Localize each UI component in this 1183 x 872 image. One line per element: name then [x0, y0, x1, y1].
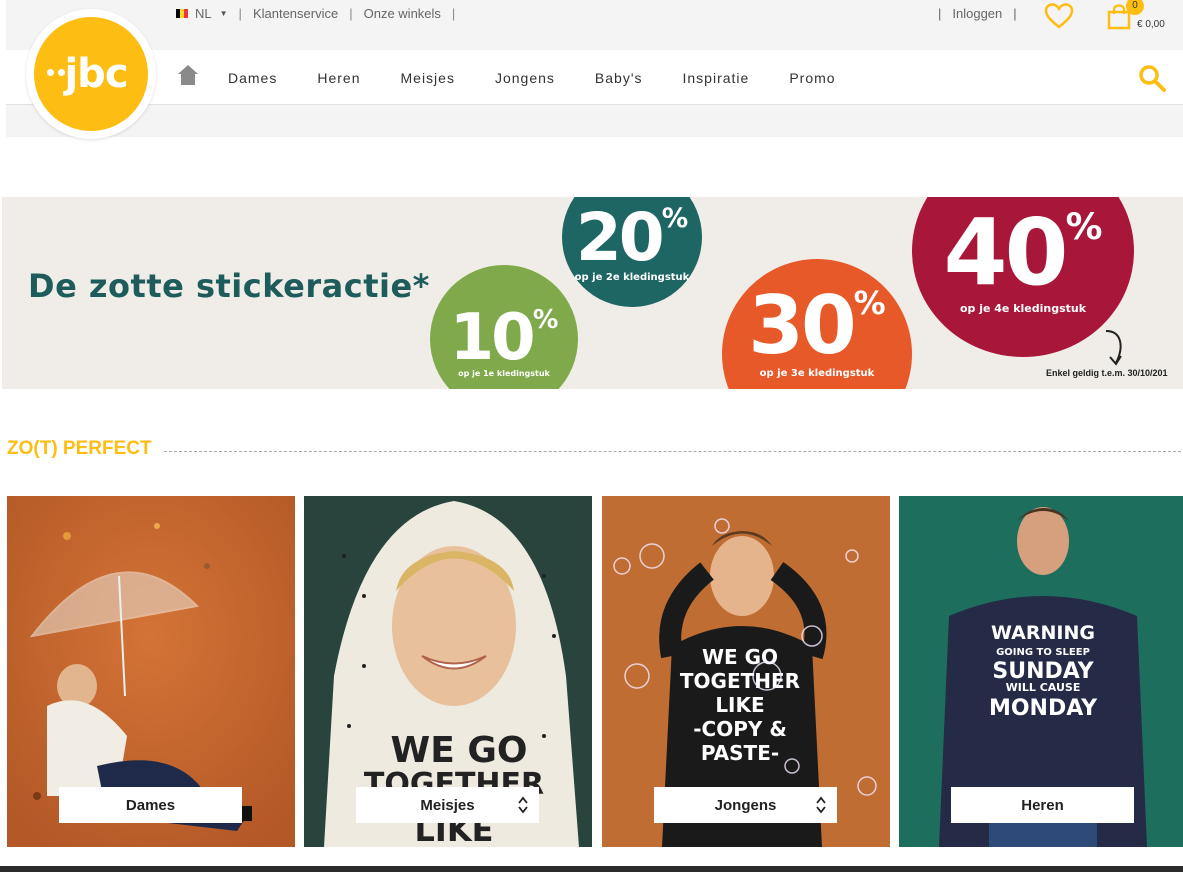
- chevron-updown-icon: [816, 796, 826, 814]
- nav-item-promo[interactable]: Promo: [789, 70, 835, 86]
- discount-value: 40: [943, 199, 1069, 306]
- nav-item-dames[interactable]: Dames: [228, 70, 277, 86]
- logo-circle: jbc: [34, 17, 148, 131]
- nav-item-jongens[interactable]: Jongens: [495, 70, 555, 86]
- category-label: Jongens: [714, 796, 777, 814]
- category-label: Meisjes: [420, 796, 475, 814]
- separator: |: [349, 6, 353, 21]
- customer-service-link[interactable]: Klantenservice: [253, 6, 338, 21]
- validity-note: Enkel geldig t.e.m. 30/10/201: [1046, 368, 1168, 378]
- category-button-meisjes[interactable]: Meisjes: [356, 787, 539, 823]
- svg-text:GOING TO SLEEP: GOING TO SLEEP: [996, 647, 1090, 658]
- sub-navigation-bar: [6, 105, 1183, 137]
- cart-total: € 0,00: [1137, 19, 1165, 30]
- stores-link[interactable]: Onze winkels: [364, 6, 441, 21]
- belgium-flag-icon: [176, 9, 188, 18]
- logo-dots: [47, 69, 65, 76]
- home-icon[interactable]: [177, 64, 199, 86]
- promo-banner[interactable]: De zotte stickeractie* 10% op je 1e kled…: [2, 197, 1183, 389]
- nav-item-meisjes[interactable]: Meisjes: [401, 70, 455, 86]
- svg-text:PASTE-: PASTE-: [701, 741, 779, 765]
- jbc-logo[interactable]: jbc: [26, 9, 156, 139]
- section-divider: [164, 451, 1181, 452]
- discount-value: 20: [575, 199, 665, 276]
- separator: |: [938, 6, 942, 21]
- discount-value: 30: [748, 279, 856, 372]
- main-nav: Dames Heren Meisjes Jongens Baby's Inspi…: [228, 70, 876, 86]
- nav-item-heren[interactable]: Heren: [317, 70, 360, 86]
- category-label: Heren: [1021, 796, 1064, 814]
- discount-10-circle: 10% op je 1e kledingstuk: [430, 265, 578, 389]
- discount-label: op je 2e kledingstuk: [574, 272, 690, 283]
- percent-sign: %: [853, 283, 886, 322]
- percent-sign: %: [1065, 204, 1103, 248]
- svg-text:WARNING: WARNING: [991, 622, 1095, 644]
- section-title: ZO(T) PERFECT: [7, 438, 152, 459]
- category-button-dames[interactable]: Dames: [59, 787, 242, 823]
- heart-icon[interactable]: [1044, 2, 1074, 30]
- language-selector[interactable]: NL: [195, 6, 212, 21]
- account-links: | Inloggen |: [938, 6, 1017, 21]
- search-icon[interactable]: [1138, 64, 1166, 92]
- svg-text:-COPY &: -COPY &: [693, 717, 787, 741]
- banner-title: De zotte stickeractie*: [28, 267, 430, 305]
- svg-text:WE GO: WE GO: [391, 730, 528, 771]
- top-links: NL ▼ | Klantenservice | Onze winkels |: [176, 6, 466, 21]
- separator: |: [238, 6, 242, 21]
- discount-value: 10: [449, 301, 536, 375]
- category-button-heren[interactable]: Heren: [951, 787, 1134, 823]
- category-card-jongens[interactable]: WE GO TOGETHER LIKE -COPY & PASTE- Jonge…: [602, 496, 890, 847]
- nav-item-inspiratie[interactable]: Inspiratie: [683, 70, 750, 86]
- percent-sign: %: [532, 304, 559, 335]
- separator: |: [1013, 6, 1017, 21]
- logo-text: jbc: [64, 51, 128, 97]
- separator: |: [451, 6, 456, 21]
- chevron-updown-icon: [518, 796, 528, 814]
- svg-text:LIKE: LIKE: [715, 693, 764, 717]
- category-card-heren[interactable]: WARNING GOING TO SLEEP SUNDAY WILL CAUSE…: [899, 496, 1183, 847]
- discount-30-circle: 30% op je 3e kledingstuk: [722, 259, 912, 389]
- discount-20-circle: 20% op je 2e kledingstuk: [562, 197, 702, 307]
- login-link[interactable]: Inloggen: [952, 6, 1002, 21]
- footer-strip: [0, 866, 1183, 872]
- curved-arrow-icon: [1105, 330, 1122, 366]
- svg-text:WILL CAUSE: WILL CAUSE: [1006, 681, 1081, 694]
- category-button-jongens[interactable]: Jongens: [654, 787, 837, 823]
- svg-text:WE GO: WE GO: [702, 645, 778, 669]
- svg-text:MONDAY: MONDAY: [989, 696, 1098, 721]
- category-card-meisjes[interactable]: WE GO TOGETHER LIKE Meisjes: [304, 496, 592, 847]
- svg-text:TOGETHER: TOGETHER: [680, 669, 800, 693]
- category-card-dames[interactable]: Dames: [7, 496, 295, 847]
- nav-item-babys[interactable]: Baby's: [595, 70, 643, 86]
- category-label: Dames: [125, 796, 176, 814]
- caret-down-icon[interactable]: ▼: [220, 9, 228, 18]
- percent-sign: %: [661, 202, 689, 234]
